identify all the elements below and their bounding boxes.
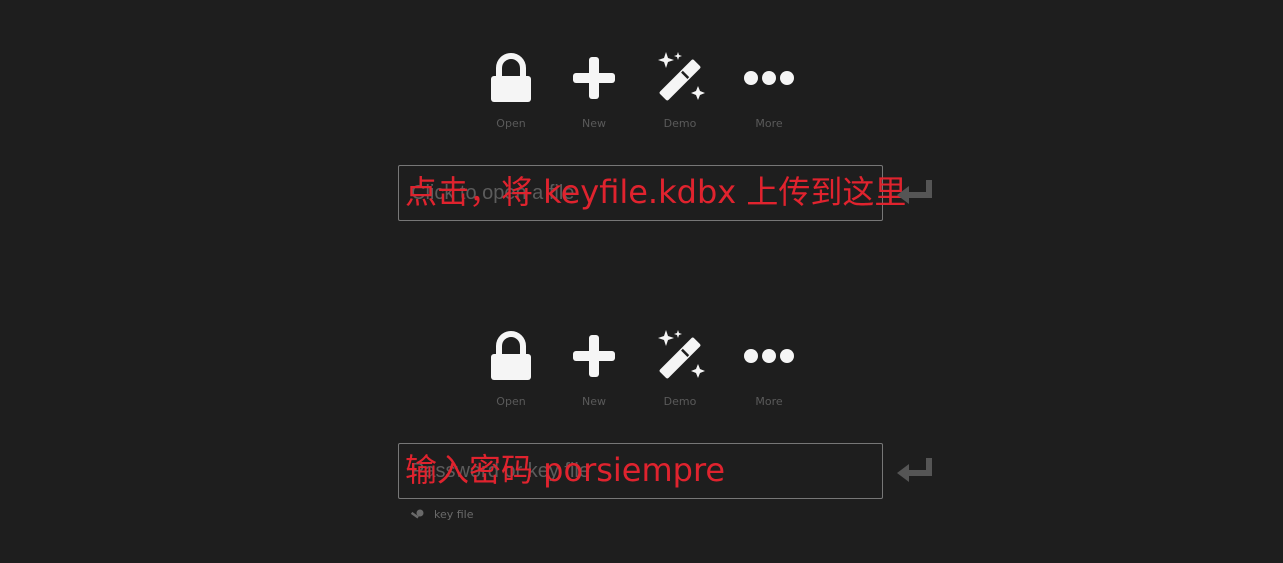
open-panel-bottom: Open New Demo More 输入密码 porsiempre key f… xyxy=(0,278,1283,558)
password-box[interactable]: 输入密码 porsiempre xyxy=(398,443,883,499)
open-panel-top: Open New Demo More Click to open a file … xyxy=(0,0,1283,280)
open-label: Open xyxy=(496,117,526,130)
open-button[interactable]: Open xyxy=(471,52,551,132)
more-button[interactable]: More xyxy=(729,330,809,410)
ellipsis-icon xyxy=(729,52,809,104)
magic-wand-icon xyxy=(640,330,720,382)
enter-arrow-icon xyxy=(897,458,932,482)
new-label: New xyxy=(582,395,606,408)
more-button[interactable]: More xyxy=(729,52,809,132)
key-file-label: key file xyxy=(434,508,474,521)
new-label: New xyxy=(582,117,606,130)
enter-button[interactable] xyxy=(895,456,935,486)
key-file-link[interactable]: key file xyxy=(410,508,474,521)
demo-button[interactable]: Demo xyxy=(640,330,720,410)
toolbar: Open New Demo More xyxy=(480,52,810,132)
open-file-input[interactable] xyxy=(399,166,882,220)
more-label: More xyxy=(755,395,783,408)
open-label: Open xyxy=(496,395,526,408)
demo-label: Demo xyxy=(663,117,697,130)
magic-wand-icon xyxy=(640,52,720,104)
enter-button[interactable] xyxy=(895,178,935,208)
demo-label: Demo xyxy=(663,395,697,408)
lock-icon xyxy=(471,330,551,382)
more-label: More xyxy=(755,117,783,130)
demo-button[interactable]: Demo xyxy=(640,52,720,132)
plus-icon xyxy=(554,330,634,382)
new-button[interactable]: New xyxy=(554,52,634,132)
ellipsis-icon xyxy=(729,330,809,382)
open-file-box[interactable]: 点击，将 keyfile.kdbx 上传到这里 xyxy=(398,165,906,221)
enter-arrow-icon xyxy=(897,180,932,204)
lock-icon xyxy=(471,52,551,104)
open-button[interactable]: Open xyxy=(471,330,551,410)
key-icon xyxy=(410,509,424,519)
new-button[interactable]: New xyxy=(554,330,634,410)
toolbar: Open New Demo More xyxy=(480,330,810,410)
plus-icon xyxy=(554,52,634,104)
password-input[interactable] xyxy=(399,444,882,498)
